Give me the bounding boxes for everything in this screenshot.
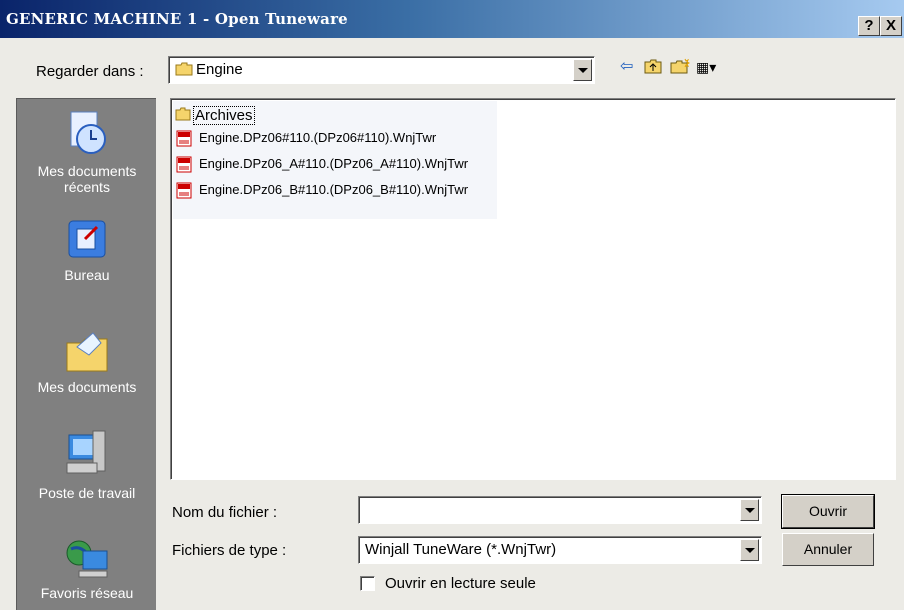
my-computer-icon xyxy=(66,430,106,474)
list-item-label: Archives xyxy=(193,106,255,125)
place-recent-label: Mes documents récents xyxy=(37,163,137,195)
network-places-icon xyxy=(66,540,108,578)
filetype-label: Fichiers de type : xyxy=(172,542,287,559)
recent-documents-icon xyxy=(70,111,106,154)
filename-label: Nom du fichier : xyxy=(172,504,278,521)
place-my-computer[interactable]: Poste de travail xyxy=(17,429,157,501)
list-item-label: Engine.DPz06#110.(DPz06#110).WnjTwr xyxy=(199,130,437,145)
filetype-value: Winjall TuneWare (*.WnjTwr) xyxy=(365,541,557,558)
cancel-button[interactable]: Annuler xyxy=(782,533,874,566)
open-button[interactable]: Ouvrir xyxy=(781,494,875,529)
tuneware-file-icon xyxy=(176,156,192,173)
back-icon[interactable]: ⇦ xyxy=(620,58,633,76)
place-desktop[interactable]: Bureau xyxy=(17,217,157,283)
filename-input[interactable] xyxy=(358,496,762,524)
up-folder-icon[interactable] xyxy=(644,58,662,79)
my-documents-icon xyxy=(66,332,108,372)
tuneware-file-icon xyxy=(176,130,192,147)
file-list[interactable]: Archives Engine.DPz06#110.(DPz06#110).Wn… xyxy=(170,98,896,480)
place-my-documents[interactable]: Mes documents xyxy=(17,329,157,395)
folder-icon xyxy=(175,107,191,121)
place-network[interactable]: Favoris réseau xyxy=(17,535,157,601)
filename-dropdown-button[interactable] xyxy=(740,499,759,521)
readonly-checkbox[interactable] xyxy=(360,576,375,591)
filetype-dropdown-button[interactable] xyxy=(740,539,759,561)
filetype-select[interactable]: Winjall TuneWare (*.WnjTwr) xyxy=(358,536,762,564)
folder-icon xyxy=(175,62,193,76)
place-my-computer-label: Poste de travail xyxy=(38,485,136,501)
places-bar: Mes documents récents Bureau Mes documen… xyxy=(16,98,156,610)
place-my-documents-label: Mes documents xyxy=(37,379,137,395)
window-title: GENERIC MACHINE 1 - Open Tuneware xyxy=(6,10,348,28)
tuneware-file-icon xyxy=(176,182,192,199)
place-network-label: Favoris réseau xyxy=(40,585,134,601)
new-folder-icon[interactable] xyxy=(670,58,691,79)
help-button[interactable]: ? xyxy=(858,16,880,36)
lookin-select[interactable]: Engine xyxy=(168,56,595,84)
list-item-label: Engine.DPz06_B#110.(DPz06_B#110).WnjTwr xyxy=(199,182,469,197)
lookin-dropdown-button[interactable] xyxy=(573,59,592,81)
place-recent[interactable]: Mes documents récents xyxy=(17,109,157,195)
desktop-icon xyxy=(68,220,106,258)
views-menu-icon[interactable]: ▦▾ xyxy=(696,58,716,76)
title-bar: GENERIC MACHINE 1 - Open Tuneware ? X xyxy=(0,0,904,38)
list-item-label: Engine.DPz06_A#110.(DPz06_A#110).WnjTwr xyxy=(199,156,469,171)
lookin-label: Regarder dans : xyxy=(36,63,144,80)
readonly-label: Ouvrir en lecture seule xyxy=(385,575,536,592)
place-desktop-label: Bureau xyxy=(64,267,110,283)
lookin-value: Engine xyxy=(196,61,243,78)
close-button[interactable]: X xyxy=(880,16,902,36)
